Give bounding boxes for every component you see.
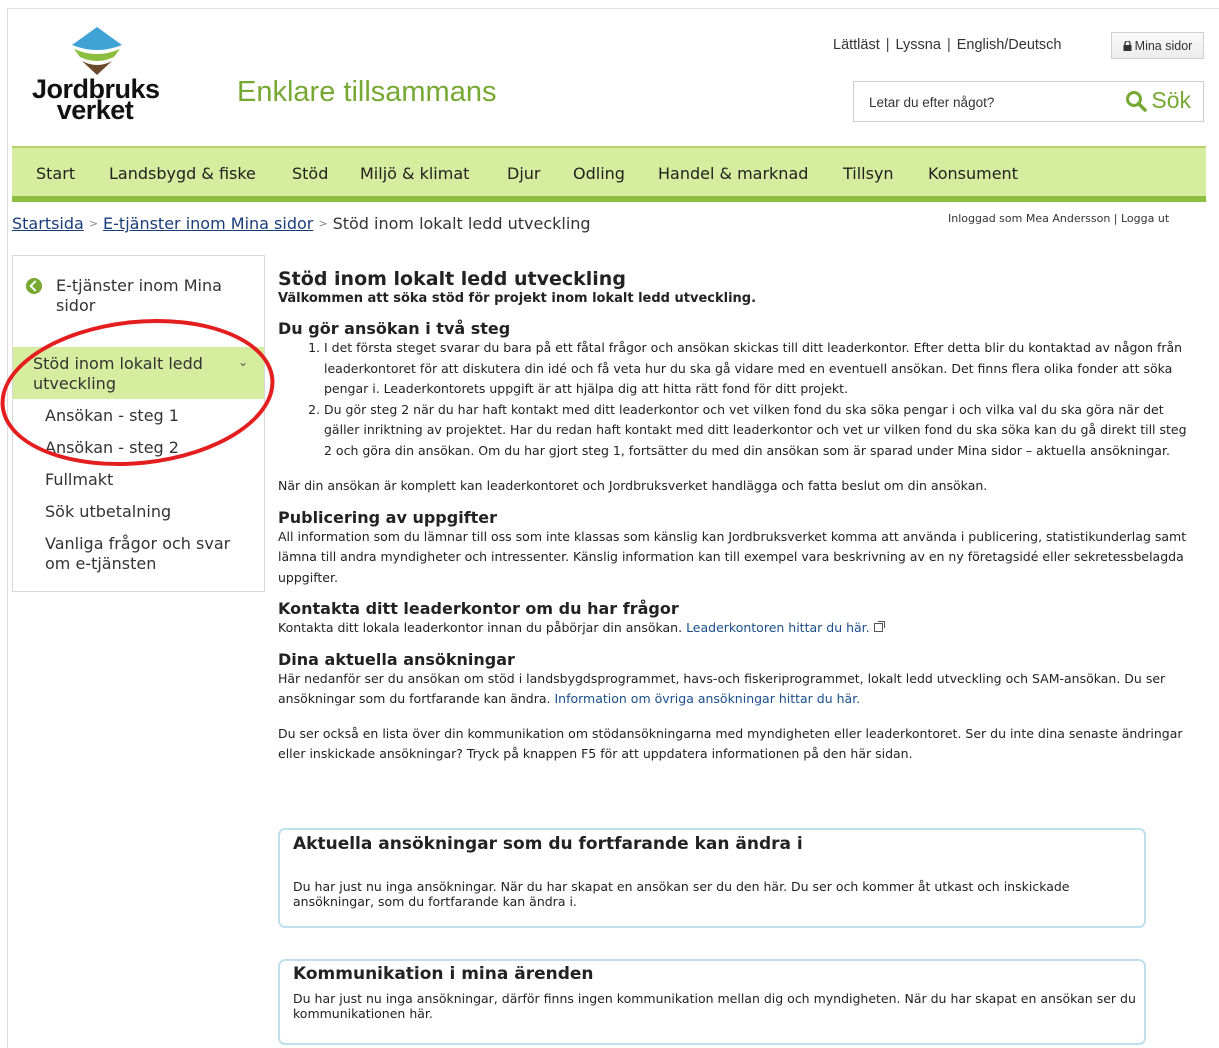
publicering-heading: Publicering av uppgifter bbox=[278, 507, 498, 527]
step-2: Du gör steg 2 när du har haft kontakt me… bbox=[324, 400, 1198, 462]
external-link-icon bbox=[873, 621, 885, 632]
logo-mark-icon bbox=[72, 27, 122, 75]
step-1: I det första steget svarar du bara på et… bbox=[324, 338, 1198, 400]
current-applications-heading: Dina aktuella ansökningar bbox=[278, 649, 515, 669]
sidebar-item-ansokan-steg-2[interactable]: Ansökan - steg 2 bbox=[45, 438, 255, 458]
logged-in-text: Inloggad som Mea Andersson bbox=[948, 212, 1111, 225]
search-button[interactable]: Sök bbox=[1125, 87, 1191, 114]
link-english-deutsch[interactable]: English/Deutsch bbox=[957, 37, 1062, 53]
box-title: Kommunikation i mina ärenden bbox=[293, 964, 594, 984]
nav-stod[interactable]: Stöd bbox=[292, 164, 328, 183]
sidebar: E-tjänster inom Mina sidor Stöd inom lok… bbox=[12, 255, 265, 592]
link-lattlast[interactable]: Lättläst bbox=[833, 37, 880, 53]
sidebar-item-fullmakt[interactable]: Fullmakt bbox=[45, 470, 255, 490]
box-text: Du har just nu inga ansökningar. När du … bbox=[293, 879, 1070, 909]
steps-heading: Du gör ansökan i två steg bbox=[278, 319, 511, 338]
sidebar-item-stod-lokalt[interactable]: Stöd inom lokalt ledd utveckling ⌄ bbox=[13, 347, 264, 399]
box-title: Aktuella ansökningar som du fortfarande … bbox=[293, 834, 803, 854]
search-input[interactable]: Letar du efter något? bbox=[869, 95, 994, 110]
page-title: Stöd inom lokalt ledd utveckling bbox=[278, 268, 626, 290]
steps-list: I det första steget svarar du bara på et… bbox=[278, 338, 1198, 461]
logout-link[interactable]: Logga ut bbox=[1121, 212, 1169, 225]
nav-miljo-klimat[interactable]: Miljö & klimat bbox=[360, 164, 469, 183]
complete-text: När din ansökan är komplett kan leaderko… bbox=[278, 478, 988, 493]
nav-handel-marknad[interactable]: Handel & marknad bbox=[658, 164, 808, 183]
communication-list-text: Du ser också en lista över din kommunika… bbox=[278, 725, 1183, 762]
communication-box: Kommunikation i mina ärenden Du har just… bbox=[278, 959, 1146, 1045]
tagline: Enklare tillsammans bbox=[237, 76, 497, 108]
back-arrow-icon bbox=[26, 278, 42, 294]
breadcrumb-current: Stöd inom lokalt ledd utveckling bbox=[332, 214, 591, 233]
nav-odling[interactable]: Odling bbox=[573, 164, 625, 183]
mina-sidor-button[interactable]: Mina sidor bbox=[1111, 32, 1204, 59]
logged-in-info: Inloggad som Mea Andersson | Logga ut bbox=[948, 212, 1170, 225]
search-box[interactable]: Letar du efter något? Sök bbox=[853, 81, 1204, 122]
link-lyssna[interactable]: Lyssna bbox=[896, 37, 941, 53]
other-applications-link[interactable]: Information om övriga ansökningar hittar… bbox=[554, 691, 860, 706]
search-icon bbox=[1126, 90, 1148, 112]
nav-landsbygd-fiske[interactable]: Landsbygd & fiske bbox=[109, 164, 256, 183]
top-links: Lättläst | Lyssna | English/Deutsch bbox=[833, 37, 1062, 53]
nav-djur[interactable]: Djur bbox=[507, 164, 540, 183]
nav-tillsyn[interactable]: Tillsyn bbox=[843, 164, 894, 183]
page-intro: Välkommen att söka stöd för projekt inom… bbox=[278, 291, 757, 306]
nav-konsument[interactable]: Konsument bbox=[928, 164, 1018, 183]
main-nav: Start Landsbygd & fiske Stöd Miljö & kli… bbox=[12, 146, 1206, 202]
publicering-text: All information som du lämnar till oss s… bbox=[278, 528, 1187, 585]
breadcrumb-home[interactable]: Startsida bbox=[12, 214, 84, 233]
current-applications-box: Aktuella ansökningar som du fortfarande … bbox=[278, 828, 1146, 928]
box-text: Du har just nu inga ansökningar, därför … bbox=[293, 991, 1136, 1021]
leaderkontor-link[interactable]: Leaderkontoren hittar du här. bbox=[686, 620, 870, 635]
breadcrumb: Startsida > E-tjänster inom Mina sidor > Stö… bbox=[12, 214, 591, 233]
nav-start[interactable]: Start bbox=[36, 164, 75, 183]
current-applications-paragraph: Här nedanför ser du ansökan om stöd i la… bbox=[278, 670, 1166, 707]
sidebar-item-vanliga-fragor[interactable]: Vanliga frågor och svar om e-tjänsten bbox=[45, 534, 255, 574]
chevron-down-icon: ⌄ bbox=[237, 355, 248, 369]
logo[interactable]: Jordbruks verket bbox=[32, 25, 162, 125]
contact-heading: Kontakta ditt leaderkontor om du har frå… bbox=[278, 599, 679, 618]
lock-icon bbox=[1123, 40, 1132, 51]
logo-text: Jordbruks verket bbox=[32, 74, 160, 125]
main-content: Stöd inom lokalt ledd utveckling Välkomm… bbox=[278, 268, 1198, 765]
sidebar-item-sok-utbetalning[interactable]: Sök utbetalning bbox=[45, 502, 255, 522]
sidebar-back-link[interactable]: E-tjänster inom Mina sidor bbox=[26, 276, 256, 316]
sidebar-item-ansokan-steg-1[interactable]: Ansökan - steg 1 bbox=[45, 406, 255, 426]
breadcrumb-e-tjanster[interactable]: E-tjänster inom Mina sidor bbox=[103, 214, 313, 233]
contact-paragraph: Kontakta ditt lokala leaderkontor innan … bbox=[278, 618, 1198, 639]
